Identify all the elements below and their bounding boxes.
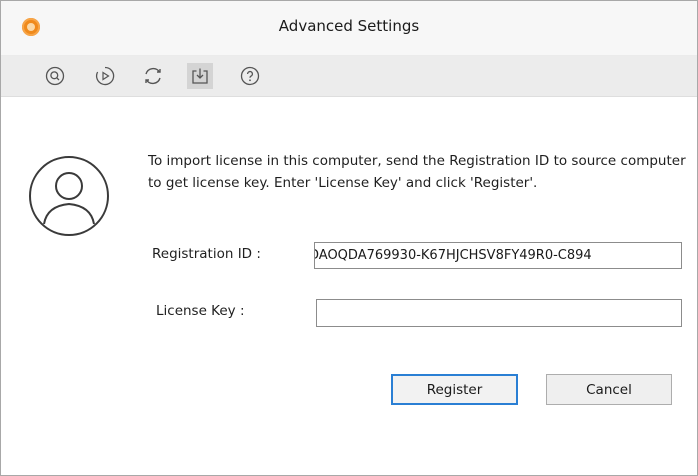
import-icon[interactable] [187,63,213,89]
registration-id-value: DAOQDA769930-K67HJCHSV8FY49R0-C894 [314,248,592,263]
toolbar [1,56,697,97]
instruction-text: To import license in this computer, send… [148,153,686,191]
register-button[interactable]: Register [391,374,518,405]
registration-id-field[interactable]: DAOQDA769930-K67HJCHSV8FY49R0-C894 [314,242,682,269]
search-circle-icon[interactable] [42,63,68,89]
play-circle-icon[interactable] [92,63,118,89]
user-avatar-icon [27,154,111,238]
cancel-button[interactable]: Cancel [546,374,672,405]
window-title: Advanced Settings [278,17,420,35]
registration-id-label: Registration ID : [152,246,261,262]
advanced-settings-window: Advanced Settings To import license in t… [0,0,698,476]
license-key-input[interactable] [316,299,682,327]
license-key-label: License Key : [156,303,245,319]
title-bar: Advanced Settings [1,1,697,56]
refresh-icon[interactable] [140,63,166,89]
help-icon[interactable] [237,63,263,89]
